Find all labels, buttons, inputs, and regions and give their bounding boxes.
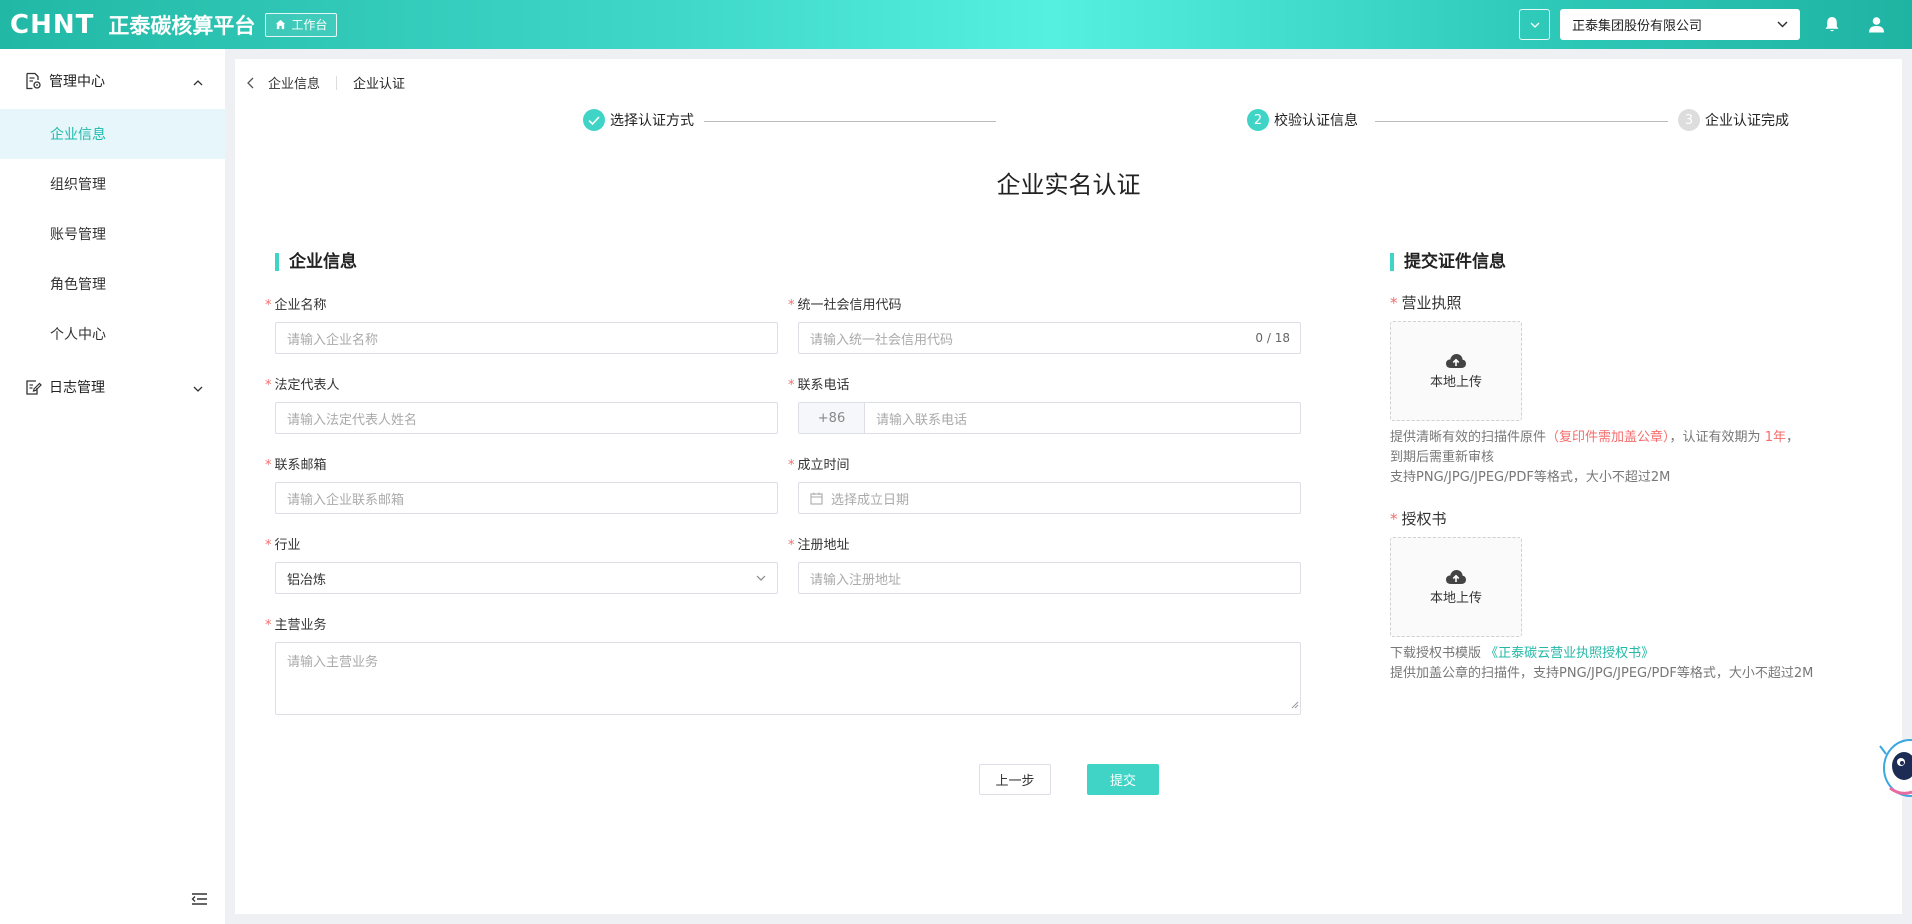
chevron-down-icon xyxy=(193,380,203,396)
cloud-upload-icon xyxy=(1445,569,1467,587)
menu-fold-icon[interactable] xyxy=(191,892,208,910)
upload-label: 本地上传 xyxy=(1429,590,1482,606)
required-mark: * xyxy=(788,298,795,313)
step-label: 企业认证完成 xyxy=(1705,113,1789,129)
home-icon xyxy=(275,19,286,30)
license-upload[interactable]: 本地上传 xyxy=(1390,321,1522,421)
industry-select[interactable]: 铝冶炼 xyxy=(275,562,778,594)
chevron-down-icon xyxy=(756,575,766,581)
required-mark: * xyxy=(265,538,272,553)
field-label-legal-rep: * 法定代表人 xyxy=(265,378,340,393)
edit-document-icon xyxy=(24,378,42,396)
step-label: 选择认证方式 xyxy=(610,113,694,129)
founded-date-picker[interactable]: 选择成立日期 xyxy=(798,482,1301,514)
required-mark: * xyxy=(265,618,272,633)
char-counter: 0 / 18 xyxy=(1255,331,1290,345)
workbench-label: 工作台 xyxy=(291,18,328,32)
field-label-business: * 主营业务 xyxy=(265,618,327,633)
required-mark: * xyxy=(265,378,272,393)
required-mark: * xyxy=(788,538,795,553)
sidebar-item-accounts[interactable]: 账号管理 xyxy=(0,209,225,259)
step-2: 2 校验认证信息 xyxy=(1247,109,1358,131)
header-expand-button[interactable] xyxy=(1519,9,1550,40)
phone-input[interactable]: +86 请输入联系电话 xyxy=(798,402,1301,434)
company-select-value: 正泰集团股份有限公司 xyxy=(1572,19,1703,34)
step-label: 校验认证信息 xyxy=(1274,113,1358,129)
field-label-credit-code: * 统一社会信用代码 xyxy=(788,298,902,313)
required-mark: * xyxy=(788,378,795,393)
section-title-company-info: 企业信息 xyxy=(275,253,357,271)
authorization-upload[interactable]: 本地上传 xyxy=(1390,537,1522,637)
chevron-up-icon xyxy=(193,74,203,90)
authorization-hint: 下载授权书模版 《正泰碳云营业执照授权书》 提供加盖公章的扫描件，支持PNG/J… xyxy=(1390,646,1814,681)
step-number: 2 xyxy=(1247,109,1269,131)
workbench-button[interactable]: 工作台 xyxy=(265,12,338,37)
sidebar-item-company-info[interactable]: 企业信息 xyxy=(0,109,225,159)
required-mark: * xyxy=(265,458,272,473)
sidebar-group-management[interactable]: 管理中心 xyxy=(0,53,225,109)
step-connector xyxy=(704,121,996,122)
step-3: 3 企业认证完成 xyxy=(1678,109,1789,131)
sidebar: 管理中心 企业信息 组织管理 账号管理 角色管理 个人中心 日志管理 xyxy=(0,49,225,924)
step-number: 3 xyxy=(1678,109,1700,131)
legal-rep-input[interactable]: 请输入法定代表人姓名 xyxy=(275,402,778,434)
chevron-down-icon xyxy=(1777,21,1788,28)
platform-name: 正泰碳核算平台 xyxy=(108,13,256,38)
company-name-input[interactable]: 请输入企业名称 xyxy=(275,322,778,354)
phone-prefix: +86 xyxy=(799,403,865,433)
address-input[interactable]: 请输入注册地址 xyxy=(798,562,1301,594)
resize-grip-icon[interactable] xyxy=(1291,698,1299,713)
step-connector xyxy=(1375,121,1668,122)
credit-code-input[interactable]: 请输入统一社会信用代码 0 / 18 xyxy=(798,322,1301,354)
sidebar-item-profile[interactable]: 个人中心 xyxy=(0,309,225,359)
field-label-authorization: * 授权书 xyxy=(1390,510,1447,528)
industry-select-value: 铝冶炼 xyxy=(287,572,327,588)
user-icon[interactable] xyxy=(1866,15,1886,35)
company-select[interactable]: 正泰集团股份有限公司 xyxy=(1560,9,1800,40)
sidebar-group-label: 日志管理 xyxy=(49,380,105,396)
page-title: 企业实名认证 xyxy=(996,171,1141,199)
prev-step-button[interactable]: 上一步 xyxy=(979,764,1051,795)
document-settings-icon xyxy=(24,72,42,90)
required-mark: * xyxy=(1390,294,1398,312)
header-right: 正泰集团股份有限公司 xyxy=(1519,0,1912,49)
chevron-down-icon xyxy=(1530,22,1540,28)
breadcrumb: 企业信息 企业认证 xyxy=(247,73,405,92)
step-indicator: 选择认证方式 2 校验认证信息 3 企业认证完成 xyxy=(583,109,1789,133)
upload-label: 本地上传 xyxy=(1429,374,1482,390)
sidebar-group-logs[interactable]: 日志管理 xyxy=(0,359,225,415)
business-textarea[interactable]: 请输入主营业务 xyxy=(275,642,1301,715)
download-template-link[interactable]: 《正泰碳云营业执照授权书》 xyxy=(1485,646,1654,661)
breadcrumb-separator xyxy=(336,75,338,90)
field-label-address: * 注册地址 xyxy=(788,538,850,553)
assistant-robot-icon[interactable] xyxy=(1870,736,1912,812)
section-title-certificates: 提交证件信息 xyxy=(1390,253,1506,271)
field-label-industry: * 行业 xyxy=(265,538,301,553)
required-mark: * xyxy=(265,298,272,313)
brand-logo[interactable]: CHNT xyxy=(10,10,94,40)
field-label-founded: * 成立时间 xyxy=(788,458,850,473)
license-hint: 提供清晰有效的扫描件原件（复印件需加盖公章），认证有效期为 1年， 到期后需重新… xyxy=(1390,430,1799,485)
sidebar-item-roles[interactable]: 角色管理 xyxy=(0,259,225,309)
calendar-icon xyxy=(810,492,823,505)
sidebar-group-label: 管理中心 xyxy=(49,74,105,90)
required-mark: * xyxy=(788,458,795,473)
bell-icon[interactable] xyxy=(1822,15,1842,35)
field-label-company-name: * 企业名称 xyxy=(265,298,327,313)
check-icon xyxy=(583,109,605,131)
required-mark: * xyxy=(1390,510,1398,528)
sidebar-item-organization[interactable]: 组织管理 xyxy=(0,159,225,209)
back-arrow-icon[interactable] xyxy=(247,77,254,89)
breadcrumb-item-company-info[interactable]: 企业信息 xyxy=(268,73,320,92)
field-label-phone: * 联系电话 xyxy=(788,378,850,393)
field-label-license: * 营业执照 xyxy=(1390,294,1462,312)
main-content: 企业信息 企业认证 选择认证方式 2 校验认证信息 3 企业认证完成 企业实名认… xyxy=(235,59,1902,914)
email-input[interactable]: 请输入企业联系邮箱 xyxy=(275,482,778,514)
submit-button[interactable]: 提交 xyxy=(1087,764,1159,795)
field-label-email: * 联系邮箱 xyxy=(265,458,327,473)
step-1: 选择认证方式 xyxy=(583,109,694,131)
cloud-upload-icon xyxy=(1445,353,1467,371)
breadcrumb-item-certification: 企业认证 xyxy=(353,77,406,92)
top-header: CHNT 正泰碳核算平台 工作台 正泰集团股份有限公司 xyxy=(0,0,1912,49)
